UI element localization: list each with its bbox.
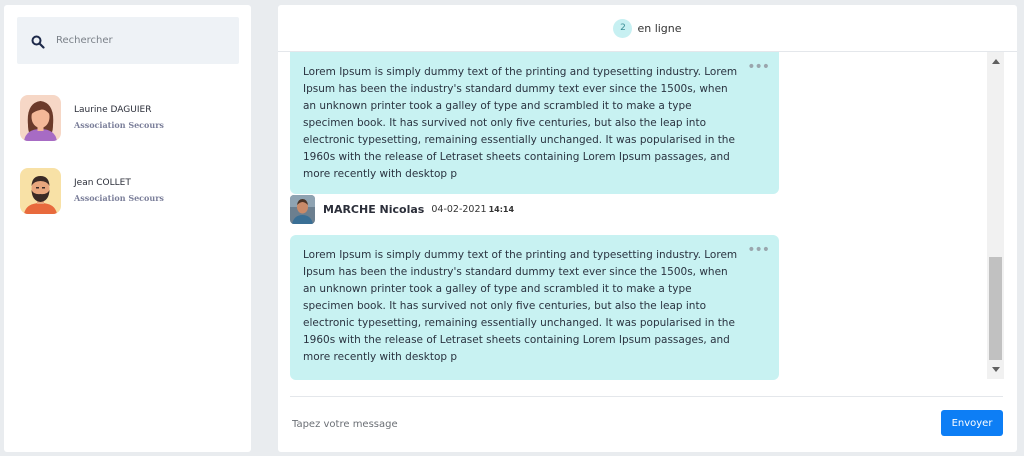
online-count-badge: 2 [613, 18, 633, 38]
avatar [20, 95, 61, 141]
sender-name: MARCHE Nicolas [323, 202, 425, 216]
message-scrollbar[interactable] [987, 52, 1004, 379]
send-button[interactable]: Envoyer [941, 410, 1003, 436]
search-box[interactable] [17, 17, 239, 64]
contact-item[interactable]: Laurine DAGUIER Association Secours [20, 93, 240, 143]
scrollbar-thumb[interactable] [989, 257, 1002, 360]
avatar [20, 168, 61, 214]
message-time: 14:14 [488, 204, 515, 214]
contact-name: Laurine DAGUIER [74, 104, 152, 115]
online-status: 2 en ligne [278, 5, 1017, 52]
message-list: ••• Lorem Ipsum is simply dummy text of … [278, 52, 987, 389]
contact-item[interactable]: Jean COLLET Association Secours [20, 166, 240, 216]
contacts-sidebar: Laurine DAGUIER Association Secours Jean… [4, 5, 251, 452]
chat-panel: 2 en ligne ••• Lorem Ipsum is simply dum… [278, 5, 1017, 452]
message-menu-icon[interactable]: ••• [747, 242, 770, 259]
message-bubble: ••• Lorem Ipsum is simply dummy text of … [290, 235, 779, 380]
scroll-up-arrow-icon[interactable] [987, 54, 1004, 68]
composer-divider [290, 396, 1003, 397]
message-bubble: ••• Lorem Ipsum is simply dummy text of … [290, 52, 779, 194]
message-menu-icon[interactable]: ••• [747, 59, 770, 76]
message-date: 04-02-2021 [431, 203, 487, 215]
search-input[interactable] [54, 34, 218, 47]
message-input[interactable] [290, 409, 934, 439]
message-text: Lorem Ipsum is simply dummy text of the … [303, 249, 738, 363]
message-header: MARCHE Nicolas 04-02-2021 14:14 [290, 194, 514, 224]
search-icon [31, 34, 45, 49]
sender-avatar [290, 194, 315, 224]
contact-organization: Association Secours [74, 119, 164, 130]
scroll-down-arrow-icon[interactable] [987, 363, 1004, 377]
contact-organization: Association Secours [74, 192, 164, 203]
online-label: en ligne [637, 21, 682, 35]
message-text: Lorem Ipsum is simply dummy text of the … [303, 66, 738, 180]
contact-name: Jean COLLET [74, 177, 131, 188]
